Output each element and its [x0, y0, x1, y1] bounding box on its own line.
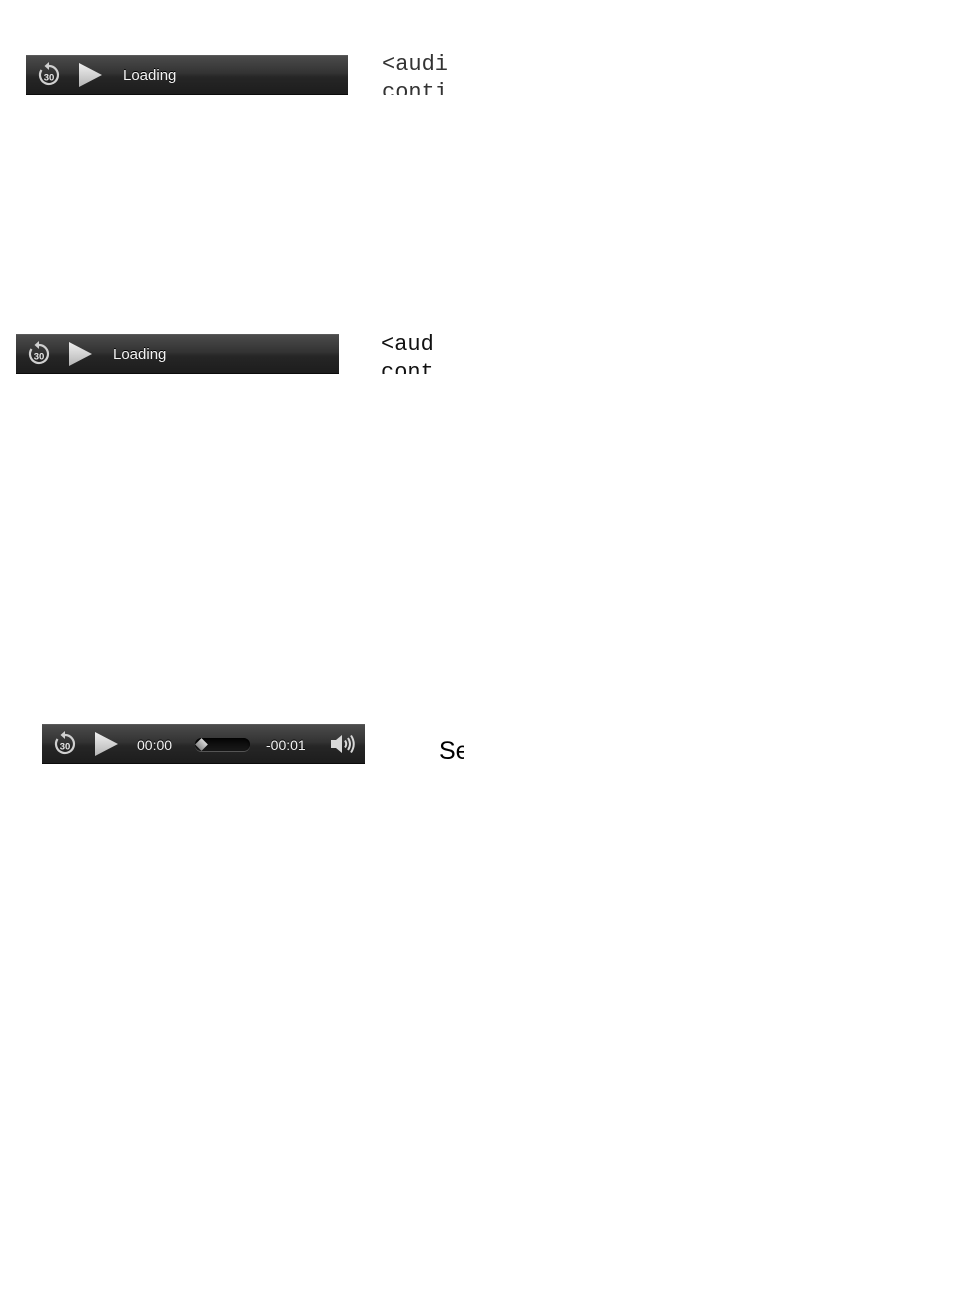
svg-text:30: 30: [34, 352, 45, 363]
rewind-30-button[interactable]: 30: [51, 725, 79, 763]
code-line: <audi: [382, 52, 448, 77]
rewind-30-icon: 30: [28, 341, 50, 365]
volume-button[interactable]: [328, 725, 358, 763]
loading-status: Loading: [113, 346, 167, 363]
rewind-30-icon: 30: [38, 62, 60, 86]
code-fragment-2: <aud cont: [381, 331, 439, 374]
scrubber-thumb[interactable]: [195, 738, 208, 751]
code-line: <aud: [381, 332, 434, 357]
remaining-time: -00:01: [266, 737, 306, 753]
clipped-label: Se: [439, 737, 464, 765]
audio-player-3: 30 00:00 -00:01: [42, 724, 365, 764]
code-line: cont: [381, 360, 434, 374]
rewind-30-icon: 30: [54, 731, 76, 755]
play-icon: [95, 732, 118, 756]
loading-status: Loading: [123, 67, 177, 84]
play-button[interactable]: [75, 56, 105, 94]
audio-player-1: 30 Loading: [26, 55, 348, 95]
svg-text:30: 30: [60, 742, 71, 753]
volume-icon: [331, 734, 355, 754]
svg-text:30: 30: [44, 73, 55, 84]
code-line: conti: [382, 80, 448, 95]
rewind-30-button[interactable]: 30: [25, 335, 53, 373]
code-fragment-1: <audi conti: [382, 51, 448, 95]
rewind-30-button[interactable]: 30: [35, 56, 63, 94]
play-button[interactable]: [65, 335, 95, 373]
play-icon: [79, 63, 102, 87]
elapsed-time: 00:00: [137, 737, 173, 753]
play-icon: [69, 342, 92, 366]
progress-scrubber[interactable]: [195, 738, 250, 751]
play-button[interactable]: [91, 725, 121, 763]
audio-player-2: 30 Loading: [16, 334, 339, 374]
